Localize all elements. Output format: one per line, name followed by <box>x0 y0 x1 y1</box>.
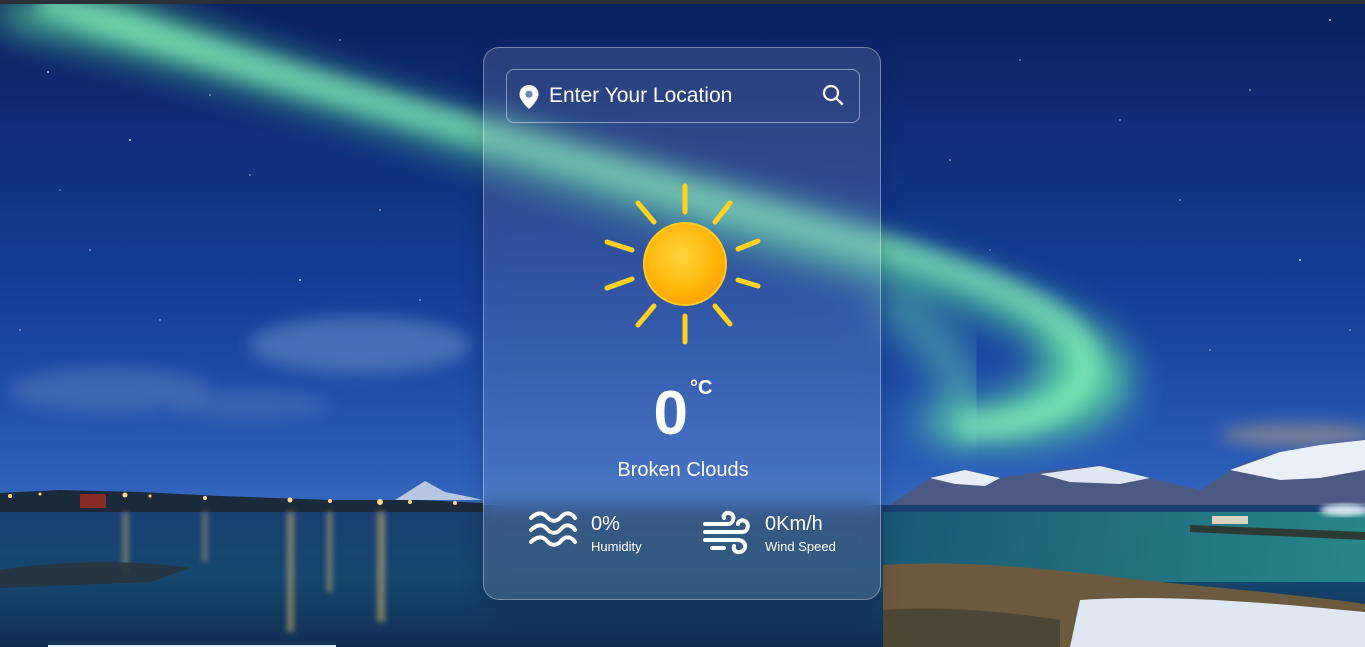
sun-icon <box>604 183 761 345</box>
waves-icon <box>529 511 577 547</box>
humidity-stat: 0% Humidity <box>528 508 688 558</box>
temperature-value: 0 <box>653 379 689 448</box>
weather-app-page: 0°C Broken Clouds 0% Humidity <box>0 0 1365 647</box>
weather-description: Broken Clouds <box>617 459 749 481</box>
temperature-unit: °C <box>690 377 713 399</box>
search-icon[interactable] <box>821 83 845 107</box>
humidity-label: Humidity <box>591 539 642 554</box>
wind-stat: 0Km/h Wind Speed <box>702 508 872 558</box>
browser-top-edge <box>0 0 1365 4</box>
weather-card: 0°C Broken Clouds 0% Humidity <box>483 47 881 600</box>
wind-icon <box>703 510 750 555</box>
temperature-display: 0 °C <box>484 378 882 445</box>
location-input[interactable] <box>549 78 819 114</box>
location-pin-icon <box>519 85 539 109</box>
humidity-value: 0% <box>591 513 620 535</box>
wind-speed-value: 0Km/h <box>765 513 823 535</box>
wind-speed-label: Wind Speed <box>765 539 836 554</box>
location-search-box <box>506 69 860 123</box>
